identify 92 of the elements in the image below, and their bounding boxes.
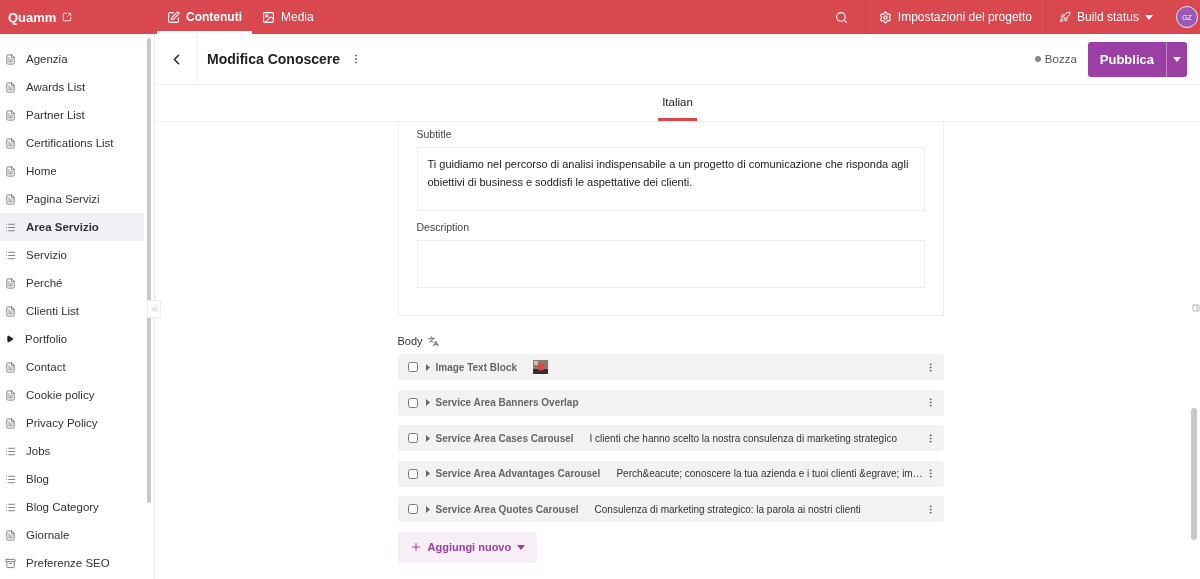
publish-button[interactable]: Pubblica [1087, 41, 1166, 77]
sidebar-item[interactable]: Blog Category [0, 493, 144, 521]
page-icon [5, 361, 16, 373]
sidebar-item[interactable]: Perché [0, 269, 144, 297]
caret-icon [517, 544, 526, 550]
page-icon [5, 529, 16, 541]
list-icon [5, 501, 16, 513]
block-title: Service Area Quotes Carousel [435, 503, 579, 515]
panel-toggle-icon[interactable] [1192, 304, 1200, 312]
page-icon [5, 81, 16, 93]
list-icon [5, 221, 16, 233]
caret-icon [425, 434, 430, 442]
search-icon[interactable] [834, 10, 848, 24]
publish-menu-button[interactable] [1166, 41, 1187, 77]
block-row[interactable]: Image Text Block [397, 354, 944, 380]
sidebar-item[interactable]: Clienti List [0, 297, 144, 325]
sidebar-item[interactable]: Area Servizio [0, 213, 144, 241]
caret-icon [425, 470, 430, 477]
image-icon [262, 10, 275, 24]
block-row[interactable]: Service Area Banners Overlap [397, 389, 944, 416]
page-icon [5, 53, 16, 65]
scrollbar-thumb[interactable] [147, 38, 151, 503]
build-status-button[interactable]: Build status [1044, 0, 1166, 34]
caret-icon [425, 505, 430, 513]
sidebar-item[interactable]: Home [0, 157, 144, 185]
block-summary: I clienti che hanno scelto la nostra consulenza di marketing strategico [589, 432, 898, 444]
sidebar-item[interactable]: Jobs [0, 437, 144, 465]
sidebar-item[interactable]: Agenzia [0, 45, 144, 73]
caret-icon [6, 335, 14, 343]
page-icon [5, 193, 16, 205]
status-label: Bozza [1044, 53, 1077, 65]
language-tab[interactable]: Italian [658, 85, 697, 121]
caret-icon [425, 363, 430, 371]
checkbox[interactable] [407, 433, 418, 443]
block-row[interactable]: Service Area Quotes Carousel Consulenza di marketing strategico: la parola ai nostri clienti [397, 496, 944, 522]
external-link-icon[interactable] [62, 12, 73, 22]
checkbox[interactable] [407, 504, 418, 514]
block-summary: Perch&eacute; conoscere la tua azienda e i tuoi clienti &egrave; im… [616, 468, 924, 479]
page-title: Modifica Conoscere [207, 51, 341, 67]
page-icon [5, 109, 16, 121]
page-icon [5, 305, 16, 317]
chevrons-left-icon [149, 304, 159, 314]
block-summary: Consulenza di marketing strategico: la parola ai nostri clienti [594, 503, 862, 515]
sidebar-item[interactable]: Certifications List [0, 129, 144, 157]
sidebar-item[interactable]: Servizio [0, 241, 144, 269]
caret-icon [1173, 56, 1181, 62]
sidebar-item[interactable]: Preferenze SEO [0, 549, 144, 577]
brand-name[interactable]: Quamm [8, 9, 57, 25]
field-label: Subtitle [416, 128, 453, 140]
rocket-icon [1058, 11, 1071, 23]
settings-icon [878, 10, 892, 24]
checkbox[interactable] [407, 468, 418, 479]
sidebar-item[interactable]: Giornale [0, 521, 144, 549]
checkbox[interactable] [407, 362, 418, 372]
block-title: Service Area Advantages Carousel [435, 468, 601, 479]
list-icon [5, 473, 16, 485]
checkbox[interactable] [407, 397, 418, 408]
sidebar-item[interactable]: Blog [0, 465, 144, 493]
nav-tab[interactable]: Contenuti [157, 0, 252, 34]
page-icon [5, 137, 16, 149]
block-row[interactable]: Service Area Cases Carousel I clienti che hanno scelto la nostra consulenza di marketing strategico [397, 425, 944, 451]
page-icon [5, 277, 16, 289]
settings-button[interactable]: Impostazioni del progetto [864, 0, 1045, 34]
caret-icon [1145, 14, 1153, 20]
archive-icon [5, 557, 16, 569]
block-title: Image Text Block [435, 361, 517, 373]
status-dot [1034, 56, 1041, 62]
list-icon [5, 445, 16, 457]
field-label: Description [416, 221, 471, 233]
edit-icon [167, 10, 180, 24]
block-title: Service Area Banners Overlap [435, 397, 579, 408]
translate-icon [427, 335, 439, 347]
sidebar-item[interactable]: Contact [0, 353, 144, 381]
caret-icon [425, 399, 430, 406]
sidebar-item[interactable]: Pagina Servizi [0, 185, 144, 213]
page-icon [5, 417, 16, 429]
block-row[interactable]: Service Area Advantages Carousel Perch&eacute; conoscere la tua azienda e i tuoi clienti &egrave; im… [397, 460, 944, 487]
sidebar-item[interactable]: Awards List [0, 73, 144, 101]
list-icon [5, 249, 16, 261]
block-title: Service Area Cases Carousel [435, 432, 574, 444]
nav-tab[interactable]: Media [252, 0, 324, 34]
scrollbar-thumb[interactable] [1191, 408, 1197, 540]
sidebar-item[interactable]: Portfolio [0, 325, 144, 353]
sidebar-item[interactable]: Privacy Policy [0, 409, 144, 437]
text-area[interactable]: Ti guidiamo nel percorso di analisi indispensabile a un progetto di comunicazione che risponda agli obiettivi di business e soddisfi le aspettative dei clienti. [416, 147, 925, 211]
plus-icon [409, 541, 422, 553]
page-icon [5, 389, 16, 401]
sidebar-item[interactable]: Cookie policy [0, 381, 144, 409]
sidebar-item[interactable]: Partner List [0, 101, 144, 129]
section-label: Body [397, 335, 423, 347]
add-new-button[interactable]: Aggiungi nuovo [397, 531, 538, 563]
page-icon [5, 165, 16, 177]
